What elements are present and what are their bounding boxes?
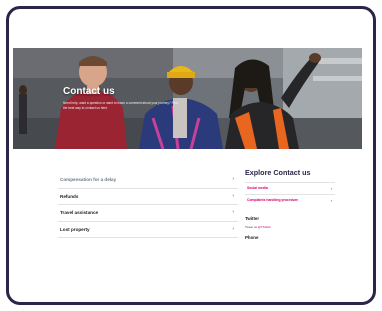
- twitter-heading: Twitter: [245, 216, 260, 221]
- help-topics-list: Compensation for a delay › Refunds › Tra…: [58, 172, 238, 238]
- page-title: Contact us: [63, 86, 115, 97]
- twitter-text: Tweet us @TfLRail: [245, 225, 335, 229]
- chevron-right-icon: ›: [232, 225, 234, 232]
- twitter-label: Tweet us: [245, 225, 258, 229]
- help-topic-label: Compensation for a delay: [60, 177, 117, 182]
- explore-link-label: Social media: [247, 186, 268, 190]
- help-topic-travel-assistance[interactable]: Travel assistance ›: [58, 205, 238, 222]
- chevron-right-icon: ›: [330, 186, 332, 191]
- explore-link-complaints[interactable]: Complaints handling procedure ›: [245, 194, 335, 206]
- explore-title: Explore Contact us: [245, 168, 311, 177]
- help-topic-compensation[interactable]: Compensation for a delay ›: [58, 172, 238, 189]
- explore-link-social-media[interactable]: Social media ›: [245, 182, 335, 194]
- help-topic-refunds[interactable]: Refunds ›: [58, 189, 238, 205]
- hero-photo: [13, 48, 362, 149]
- chevron-right-icon: ›: [232, 209, 234, 215]
- phone-heading: Phone: [245, 235, 259, 240]
- explore-link-label: Complaints handling procedure: [247, 198, 299, 202]
- chevron-right-icon: ›: [330, 198, 332, 203]
- explore-sidebar: Explore Contact us Social media › Compla…: [245, 168, 335, 240]
- help-topic-label: Travel assistance: [60, 210, 99, 215]
- chevron-right-icon: ›: [232, 176, 234, 182]
- help-topic-label: Refunds: [60, 193, 79, 199]
- hero-banner: Contact us Need help, want a question or…: [13, 48, 362, 149]
- twitter-handle-link[interactable]: @TfLRail: [258, 225, 271, 229]
- help-topic-lost-property[interactable]: Lost property ›: [58, 222, 238, 238]
- hero-subtitle: Need help, want a question or want to le…: [63, 101, 178, 110]
- help-topic-label: Lost property: [60, 226, 90, 232]
- chevron-right-icon: ›: [232, 192, 234, 199]
